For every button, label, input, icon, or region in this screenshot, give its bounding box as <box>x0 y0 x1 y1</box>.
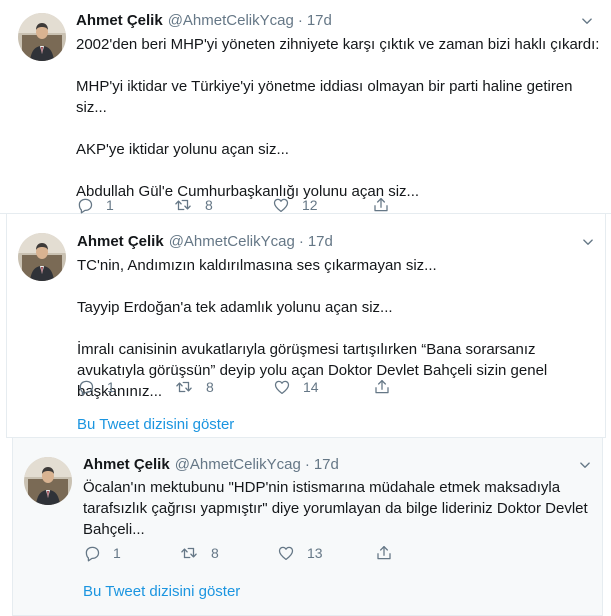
retweet-count: 8 <box>205 197 213 213</box>
like-count: 12 <box>302 197 318 213</box>
share-button[interactable] <box>375 543 393 563</box>
retweet-icon <box>173 196 193 214</box>
tweet-paragraph: Tayyip Erdoğan'a tek adamlık yolunu açan… <box>77 299 393 316</box>
tweet-actions: 1 8 12 <box>76 195 406 215</box>
reply-icon <box>76 196 94 214</box>
tweet[interactable]: Ahmet Çelik @AhmetCelikYcag · 17d Öcalan'ın… <box>12 438 603 616</box>
retweet-icon <box>174 378 194 396</box>
reply-count: 1 <box>107 379 115 395</box>
tweet-paragraph: Öcalan'ın mektubunu "HDP'nin istismarına… <box>83 479 588 538</box>
tweet-paragraph: MHP'yi iktidar ve Türkiye'yi yönetme idd… <box>76 78 573 116</box>
share-button[interactable] <box>372 195 390 215</box>
retweet-icon <box>179 544 199 562</box>
heart-icon <box>277 544 295 562</box>
share-button[interactable] <box>373 377 391 397</box>
like-count: 13 <box>307 545 323 561</box>
reply-button[interactable]: 1 <box>76 195 114 215</box>
separator-dot: · <box>298 233 304 250</box>
separator-dot: · <box>297 12 303 29</box>
tweet[interactable]: Ahmet Çelik @AhmetCelikYcag · 17d 2002'den … <box>0 0 611 214</box>
author-handle[interactable]: @AhmetCelikYcag <box>175 456 301 473</box>
retweet-button[interactable]: 8 <box>179 543 219 563</box>
author-name[interactable]: Ahmet Çelik <box>83 456 170 473</box>
tweet-header: Ahmet Çelik @AhmetCelikYcag · 17d <box>76 11 332 31</box>
retweet-button[interactable]: 8 <box>174 377 214 397</box>
tweet-paragraph: TC'nin, Andımızın kaldırılmasına ses çık… <box>77 257 437 274</box>
tweet-paragraph: 2002'den beri MHP'yi yöneten zihniyete k… <box>76 36 600 53</box>
tweet-actions: 1 8 13 <box>83 543 413 563</box>
share-icon <box>373 378 391 396</box>
author-handle[interactable]: @AhmetCelikYcag <box>168 12 294 29</box>
tweet-header: Ahmet Çelik @AhmetCelikYcag · 17d <box>77 232 333 252</box>
tweet-header: Ahmet Çelik @AhmetCelikYcag · 17d <box>83 455 339 475</box>
avatar[interactable] <box>18 13 66 61</box>
heart-icon <box>273 378 291 396</box>
like-button[interactable]: 14 <box>273 377 319 397</box>
tweet-text: 2002'den beri MHP'yi yöneten zihniyete k… <box>76 34 601 202</box>
like-button[interactable]: 13 <box>277 543 323 563</box>
share-icon <box>372 196 390 214</box>
heart-icon <box>272 196 290 214</box>
avatar[interactable] <box>18 233 66 281</box>
tweet-actions: 1 8 14 <box>77 377 407 397</box>
reply-count: 1 <box>106 197 114 213</box>
tweet-timestamp[interactable]: 17d <box>314 456 339 473</box>
chevron-down-icon[interactable] <box>579 233 597 251</box>
retweet-count: 8 <box>211 545 219 561</box>
tweet-timestamp[interactable]: 17d <box>308 233 333 250</box>
reply-icon <box>83 544 101 562</box>
tweet-timestamp[interactable]: 17d <box>307 12 332 29</box>
tweet-text: Öcalan'ın mektubunu "HDP'nin istismarına… <box>83 477 588 540</box>
retweet-button[interactable]: 8 <box>173 195 213 215</box>
chevron-down-icon[interactable] <box>578 12 596 30</box>
show-thread-link[interactable]: Bu Tweet dizisini göster <box>77 416 234 433</box>
separator-dot: · <box>304 456 310 473</box>
tweet[interactable]: Ahmet Çelik @AhmetCelikYcag · 17d TC'nin, A… <box>6 214 606 438</box>
author-name[interactable]: Ahmet Çelik <box>76 12 163 29</box>
show-thread-link[interactable]: Bu Tweet dizisini göster <box>83 583 240 600</box>
reply-button[interactable]: 1 <box>77 377 115 397</box>
avatar[interactable] <box>24 457 72 505</box>
author-handle[interactable]: @AhmetCelikYcag <box>169 233 295 250</box>
reply-count: 1 <box>113 545 121 561</box>
retweet-count: 8 <box>206 379 214 395</box>
share-icon <box>375 544 393 562</box>
tweet-paragraph: AKP'ye iktidar yolunu açan siz... <box>76 141 289 158</box>
author-name[interactable]: Ahmet Çelik <box>77 233 164 250</box>
chevron-down-icon[interactable] <box>576 456 594 474</box>
like-count: 14 <box>303 379 319 395</box>
like-button[interactable]: 12 <box>272 195 318 215</box>
reply-icon <box>77 378 95 396</box>
reply-button[interactable]: 1 <box>83 543 121 563</box>
